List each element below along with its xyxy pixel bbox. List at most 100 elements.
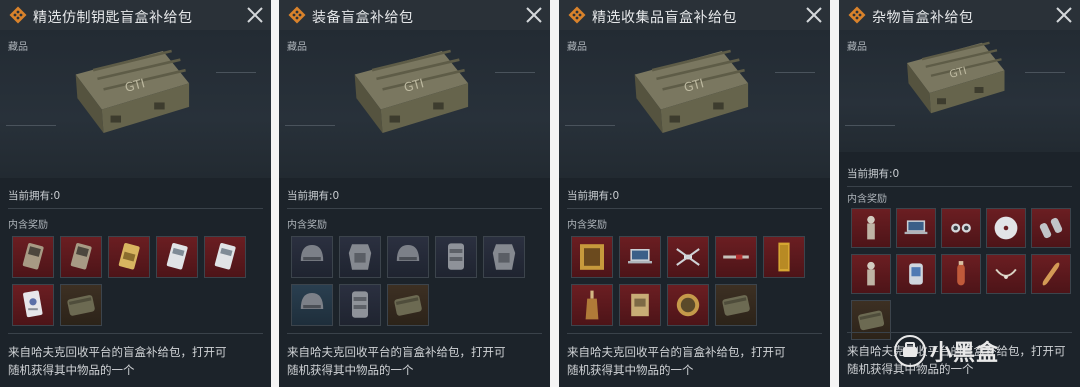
supply-box-image: GTI bbox=[892, 36, 1012, 124]
item-preview: 藏品 GTI bbox=[559, 30, 830, 178]
reward-item[interactable] bbox=[896, 254, 936, 294]
panel-header: 装备盲盒补给包 bbox=[279, 0, 550, 30]
description-line: 来自哈夫克回收平台的盲盒补给包，打开可 bbox=[287, 345, 506, 359]
item-preview: 藏品 GTI bbox=[839, 30, 1080, 152]
reward-item[interactable] bbox=[1031, 208, 1071, 248]
supply-pack-panel: 杂物盲盒补给包 藏品 GTI 当前拥有:0 内含奖励 来自哈夫克回收平台的盲盒补… bbox=[839, 0, 1080, 387]
description-line: 随机获得其中物品的一个 bbox=[567, 363, 694, 377]
delta-force-logo-icon bbox=[568, 6, 586, 24]
reward-item[interactable] bbox=[60, 284, 102, 326]
reward-item[interactable] bbox=[108, 236, 150, 278]
reward-item[interactable] bbox=[715, 284, 757, 326]
item-category: 藏品 bbox=[847, 42, 867, 53]
item-preview: 藏品 GTI bbox=[279, 30, 550, 178]
reward-item[interactable] bbox=[851, 254, 891, 294]
owned-count: 当前拥有:0 bbox=[847, 168, 900, 180]
reward-item[interactable] bbox=[571, 236, 613, 278]
reward-item[interactable] bbox=[986, 208, 1026, 248]
delta-force-logo-icon bbox=[9, 6, 27, 24]
reward-item[interactable] bbox=[60, 236, 102, 278]
divider bbox=[287, 208, 542, 209]
supply-box-image: GTI bbox=[58, 44, 198, 144]
description-line: 来自哈夫克回收平台的盲盒补给包，打开可 bbox=[8, 345, 227, 359]
owned-count: 当前拥有:0 bbox=[287, 190, 340, 202]
delta-force-logo-icon bbox=[288, 6, 306, 24]
item-preview: 藏品 GTI bbox=[0, 30, 271, 178]
supply-box-image: GTI bbox=[617, 44, 757, 144]
reward-item[interactable] bbox=[941, 208, 981, 248]
reward-item[interactable] bbox=[851, 300, 891, 340]
preview-line bbox=[495, 72, 535, 73]
preview-line bbox=[565, 125, 615, 126]
reward-item[interactable] bbox=[896, 208, 936, 248]
reward-item[interactable] bbox=[851, 208, 891, 248]
preview-line bbox=[1025, 72, 1065, 73]
reward-item[interactable] bbox=[1031, 254, 1071, 294]
reward-item[interactable] bbox=[12, 284, 54, 326]
panel-header: 精选仿制钥匙盲盒补给包 bbox=[0, 0, 271, 30]
pack-title: 装备盲盒补给包 bbox=[312, 10, 414, 26]
divider bbox=[847, 186, 1072, 187]
reward-item[interactable] bbox=[387, 284, 429, 326]
divider bbox=[8, 333, 263, 334]
pack-description: 来自哈夫克回收平台的盲盒补给包，打开可 随机获得其中物品的一个 bbox=[567, 343, 824, 379]
reward-item[interactable] bbox=[986, 254, 1026, 294]
rewards-label: 内含奖励 bbox=[847, 194, 887, 205]
delta-force-logo-icon bbox=[848, 6, 866, 24]
close-icon[interactable] bbox=[804, 5, 824, 25]
reward-item[interactable] bbox=[12, 236, 54, 278]
panel-header: 精选收集品盲盒补给包 bbox=[559, 0, 830, 30]
close-icon[interactable] bbox=[524, 5, 544, 25]
pack-title: 杂物盲盒补给包 bbox=[872, 10, 974, 26]
reward-item[interactable] bbox=[941, 254, 981, 294]
rewards-label: 内含奖励 bbox=[287, 220, 327, 231]
preview-line bbox=[216, 72, 256, 73]
supply-pack-panel: 精选仿制钥匙盲盒补给包 藏品 GTI 当前拥有:0 内含奖励 来自哈夫克回收平台… bbox=[0, 0, 271, 387]
description-line: 随机获得其中物品的一个 bbox=[8, 363, 135, 377]
reward-item[interactable] bbox=[339, 284, 381, 326]
rewards-label: 内含奖励 bbox=[8, 220, 48, 231]
description-line: 随机获得其中物品的一个 bbox=[287, 363, 414, 377]
xiaoheihe-logo-icon bbox=[894, 335, 926, 367]
divider bbox=[847, 332, 1072, 333]
owned-count: 当前拥有:0 bbox=[567, 190, 620, 202]
close-icon[interactable] bbox=[1054, 5, 1074, 25]
pack-title: 精选收集品盲盒补给包 bbox=[592, 10, 737, 26]
preview-line bbox=[285, 125, 335, 126]
reward-item[interactable] bbox=[483, 236, 525, 278]
reward-item[interactable] bbox=[291, 236, 333, 278]
reward-item[interactable] bbox=[291, 284, 333, 326]
reward-item[interactable] bbox=[715, 236, 757, 278]
rewards-label: 内含奖励 bbox=[567, 220, 607, 231]
item-category: 藏品 bbox=[8, 42, 28, 53]
watermark-text: 小黑盒 bbox=[930, 341, 1000, 366]
close-icon[interactable] bbox=[245, 5, 265, 25]
reward-item[interactable] bbox=[204, 236, 246, 278]
reward-item[interactable] bbox=[667, 236, 709, 278]
reward-item[interactable] bbox=[619, 236, 661, 278]
pack-title: 精选仿制钥匙盲盒补给包 bbox=[33, 10, 193, 26]
reward-item[interactable] bbox=[763, 236, 805, 278]
divider bbox=[567, 333, 822, 334]
supply-pack-panel: 精选收集品盲盒补给包 藏品 GTI 当前拥有:0 内含奖励 来自哈夫克回收平台的… bbox=[559, 0, 830, 387]
item-category: 藏品 bbox=[567, 42, 587, 53]
reward-item[interactable] bbox=[571, 284, 613, 326]
description-line: 来自哈夫克回收平台的盲盒补给包，打开可 bbox=[567, 345, 786, 359]
pack-description: 来自哈夫克回收平台的盲盒补给包，打开可 随机获得其中物品的一个 bbox=[287, 343, 544, 379]
divider bbox=[8, 208, 263, 209]
preview-line bbox=[6, 125, 56, 126]
item-category: 藏品 bbox=[287, 42, 307, 53]
divider bbox=[567, 208, 822, 209]
owned-count: 当前拥有:0 bbox=[8, 190, 61, 202]
supply-pack-panel: 装备盲盒补给包 藏品 GTI 当前拥有:0 内含奖励 来自哈夫克回收平台的盲盒补… bbox=[279, 0, 550, 387]
preview-line bbox=[845, 125, 895, 126]
reward-item[interactable] bbox=[667, 284, 709, 326]
reward-item[interactable] bbox=[435, 236, 477, 278]
reward-item[interactable] bbox=[339, 236, 381, 278]
reward-item[interactable] bbox=[387, 236, 429, 278]
panel-header: 杂物盲盒补给包 bbox=[839, 0, 1080, 30]
reward-item[interactable] bbox=[619, 284, 661, 326]
reward-item[interactable] bbox=[156, 236, 198, 278]
supply-box-image: GTI bbox=[337, 44, 477, 144]
pack-description: 来自哈夫克回收平台的盲盒补给包，打开可 随机获得其中物品的一个 bbox=[8, 343, 265, 379]
